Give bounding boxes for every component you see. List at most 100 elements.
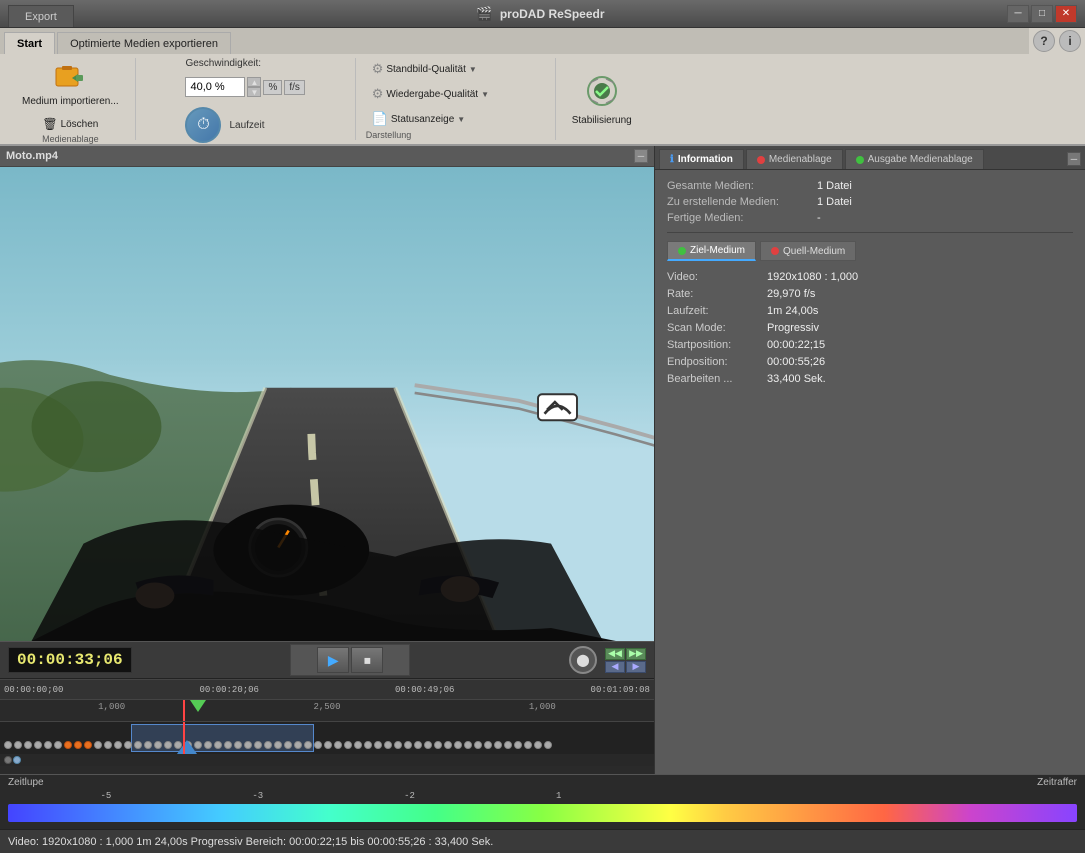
ziel-tab[interactable]: Ziel-Medium: [667, 241, 756, 261]
tab-ausgabe[interactable]: Ausgabe Medienablage: [845, 149, 984, 169]
info-row-gesamte: Gesamte Medien: 1 Datei: [667, 180, 1073, 192]
timeline-ticks: 1,000 2,500 1,000: [0, 700, 654, 722]
doc-icon: 📄: [372, 111, 388, 127]
speed-down-arrow[interactable]: ▼: [247, 87, 261, 97]
ziel-dot: [678, 247, 686, 255]
video-detail-label: Video:: [667, 271, 767, 283]
speed-gradient-bar[interactable]: [8, 804, 1077, 822]
tab-information-label: Information: [678, 154, 733, 165]
statusanzeige-arrow: ▼: [457, 115, 465, 124]
import-button[interactable]: Medium importieren...: [16, 58, 125, 111]
fps-unit-button[interactable]: f/s: [284, 80, 305, 95]
snapshot-button[interactable]: ⬤: [569, 646, 597, 674]
statusanzeige-dropdown[interactable]: 📄 Statusanzeige ▼: [366, 108, 472, 130]
laufzeit-icon[interactable]: ⏱: [185, 107, 221, 143]
marker-dot: [244, 741, 252, 749]
video-filename: Moto.mp4: [6, 150, 58, 162]
marker-dots-row: [0, 741, 654, 749]
timeline-ruler[interactable]: 00:00:00;00 00:00:20;06 00:00:49;06 00:0…: [0, 680, 654, 700]
standbild-arrow: ▼: [469, 65, 477, 74]
endpos-value: 00:00:55;26: [767, 356, 825, 368]
stabilisierung-icon: [584, 73, 620, 112]
delete-button[interactable]: 🗑 Löschen: [37, 114, 103, 134]
marker-dot: [384, 741, 392, 749]
quell-tab[interactable]: Quell-Medium: [760, 241, 856, 261]
standbild-dropdown[interactable]: ⚙ Standbild-Qualität ▼: [366, 58, 483, 80]
delete-label: Löschen: [61, 119, 99, 130]
marker-dot: [434, 741, 442, 749]
marker-dot: [284, 741, 292, 749]
marker-dot: [304, 741, 312, 749]
stabilisierung-button[interactable]: Stabilisierung: [566, 70, 638, 129]
gear-icon-standbild: ⚙: [372, 61, 384, 77]
timecode-display: 00:00:33;06: [8, 647, 132, 673]
stabilisierung-content: Stabilisierung: [566, 58, 638, 140]
help-info-button[interactable]: i: [1059, 30, 1081, 52]
nav-down-left-button[interactable]: ◀: [605, 661, 625, 673]
minimize-button[interactable]: ─: [1007, 5, 1029, 23]
tick-labels: 1,000 2,500 1,000: [0, 700, 654, 714]
transport-bar: 00:00:33;06 ▶ ⏹ ⬤ ◀◀ ▶▶ ◀ ▶: [0, 641, 654, 679]
nav-next-button[interactable]: ▶▶: [626, 648, 646, 660]
marker-dot: [374, 741, 382, 749]
gesamte-label: Gesamte Medien:: [667, 180, 817, 192]
timeline-track-main[interactable]: [0, 722, 654, 754]
marker-dot: [14, 741, 22, 749]
marker-dot: [404, 741, 412, 749]
tab-information[interactable]: ℹ Information: [659, 149, 744, 169]
marker-dot: [164, 741, 172, 749]
nav-down-right-button[interactable]: ▶: [626, 661, 646, 673]
main-content: Moto.mp4 ─: [0, 146, 1085, 774]
tab-medienablage[interactable]: Medienablage: [746, 149, 843, 169]
speed-input[interactable]: [185, 77, 245, 97]
marker-dot: [514, 741, 522, 749]
speed-number-labels: -5 -3 -2 1: [0, 790, 1085, 802]
info-row-zu-erstellende: Zu erstellende Medien: 1 Datei: [667, 196, 1073, 208]
timeline-bottom-labels: Zeitlupe Zeitraffer: [0, 775, 1085, 790]
percent-unit-button[interactable]: %: [263, 80, 282, 95]
timeline-playhead[interactable]: [183, 700, 185, 721]
marker-dot: [154, 741, 162, 749]
rate-label: Rate:: [667, 288, 767, 300]
timeline-area[interactable]: 00:00:00;00 00:00:20;06 00:00:49;06 00:0…: [0, 679, 654, 774]
position-indicator: [13, 756, 21, 764]
loop-indicator: [4, 756, 12, 764]
app-title: 🎬 proDAD ReSpeedr: [74, 6, 1007, 22]
ziel-label: Ziel-Medium: [690, 245, 745, 256]
ribbon-tab-start[interactable]: Start: [4, 32, 55, 54]
export-tab[interactable]: Export: [8, 5, 74, 27]
timeline-marker-green: [190, 700, 206, 712]
ausgabe-dot: [856, 156, 864, 164]
ruler-label-2: 00:00:49;06: [395, 685, 454, 695]
marker-dot: [264, 741, 272, 749]
info-panel-tabs: ℹ Information Medienablage Ausgabe Medie…: [655, 146, 1085, 170]
detail-row-laufzeit: Laufzeit: 1m 24,00s: [667, 305, 1073, 317]
ribbon-tab-export[interactable]: Optimierte Medien exportieren: [57, 32, 231, 54]
speed-scale-area: Zeitlupe Zeitraffer -5 -3 -2 1: [0, 774, 1085, 829]
video-panel-minimize-button[interactable]: ─: [634, 149, 648, 163]
bearbeiten-value: 33,400 Sek.: [767, 373, 826, 385]
bearbeiten-link[interactable]: Bearbeiten ...: [667, 373, 767, 385]
play-button[interactable]: ▶: [317, 647, 349, 673]
marker-dot: [54, 741, 62, 749]
medienablage-group-label: Medienablage: [42, 134, 99, 146]
help-question-button[interactable]: ?: [1033, 30, 1055, 52]
stop-button[interactable]: ⏹: [351, 647, 383, 673]
close-button[interactable]: ✕: [1055, 5, 1077, 23]
scanmode-value: Progressiv: [767, 322, 819, 334]
nav-prev-button[interactable]: ◀◀: [605, 648, 625, 660]
speed-input-group: ▲ ▼ % f/s: [185, 77, 304, 97]
marker-dot-orange: [84, 741, 92, 749]
marker-dot: [4, 741, 12, 749]
marker-dot: [214, 741, 222, 749]
marker-dot: [414, 741, 422, 749]
ribbon: Start Optimierte Medien exportieren ? i: [0, 28, 1085, 146]
marker-dot: [484, 741, 492, 749]
wiedergabe-dropdown[interactable]: ⚙ Wiedergabe-Qualität ▼: [366, 83, 495, 105]
speed-up-arrow[interactable]: ▲: [247, 77, 261, 87]
app-title-text: proDAD ReSpeedr: [500, 7, 605, 21]
video-area: [0, 167, 654, 641]
info-panel-minimize-button[interactable]: ─: [1067, 152, 1081, 166]
restore-button[interactable]: □: [1031, 5, 1053, 23]
detail-row-rate: Rate: 29,970 f/s: [667, 288, 1073, 300]
